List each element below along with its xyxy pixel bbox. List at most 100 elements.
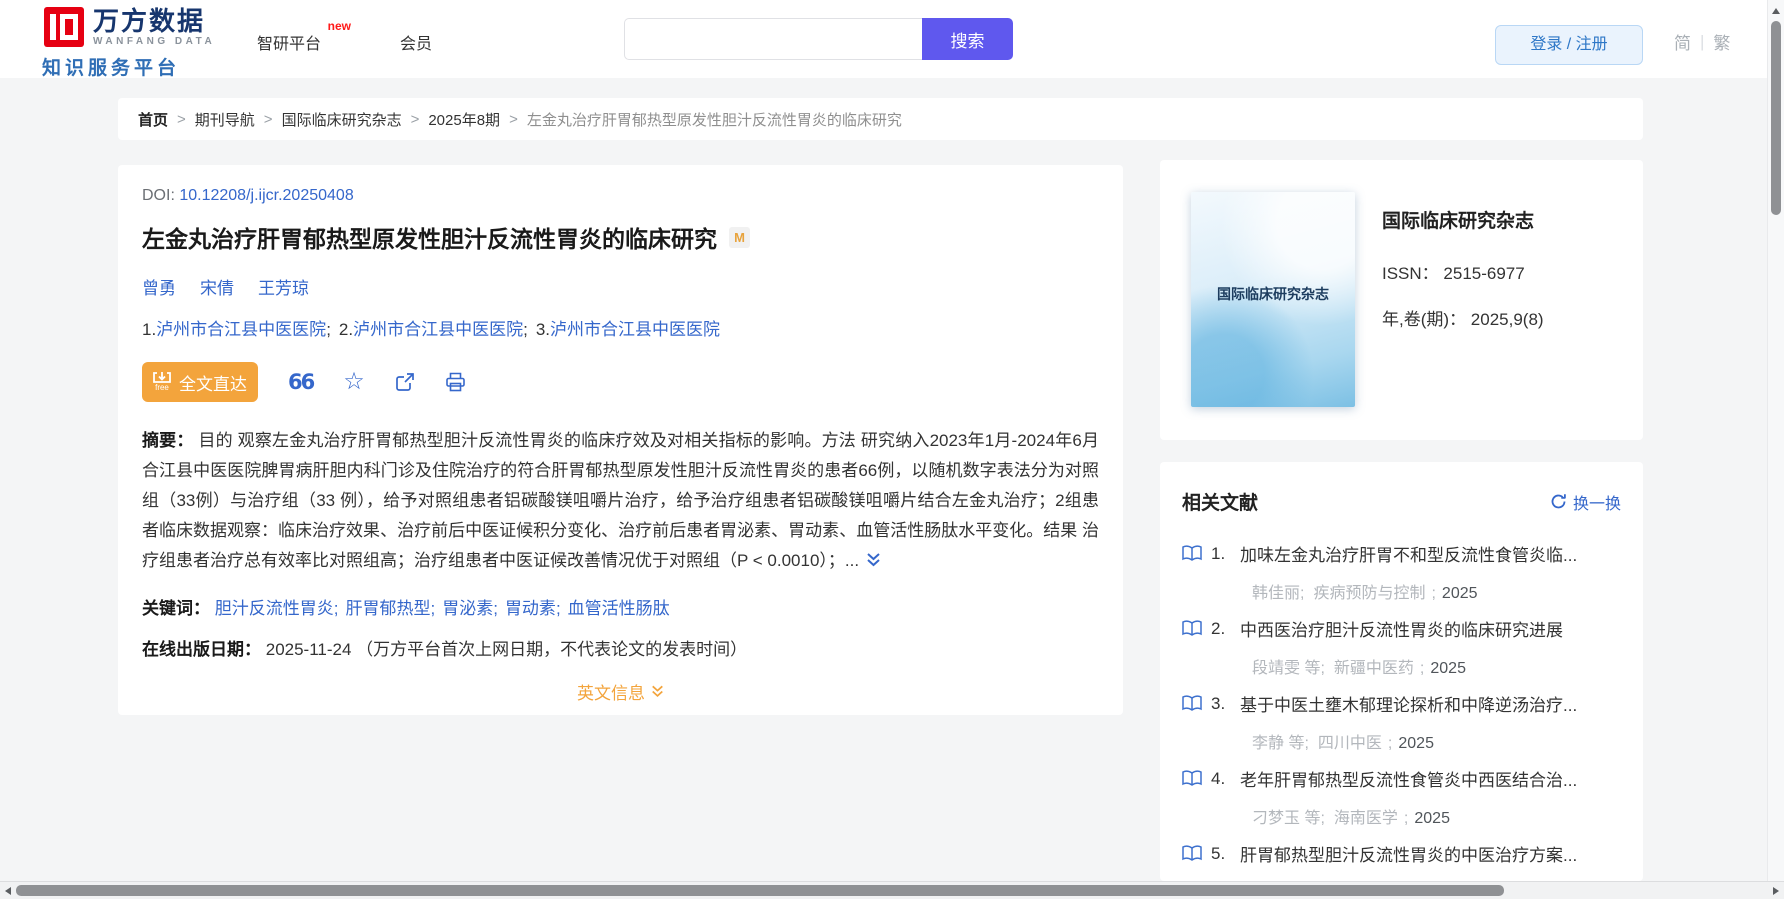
login-register-button[interactable]: 登录 / 注册 <box>1495 25 1643 65</box>
abstract-block: 摘要： 目的 观察左金丸治疗肝胃郁热型胆汁反流性胃炎的临床疗效及对相关指标的影响… <box>142 426 1099 577</box>
pubdate-note: （万方平台首次上网日期，不代表论文的发表时间） <box>356 640 748 659</box>
keyword-link[interactable]: 胆汁反流性胃炎 <box>215 599 334 618</box>
breadcrumb-item-journal-nav[interactable]: 期刊导航 <box>195 109 255 130</box>
pubdate-label: 在线出版日期： <box>142 640 261 659</box>
affiliation-link[interactable]: 泸州市合江县中医医院 <box>550 320 720 339</box>
related-item: 3. 基于中医土壅木郁理论探析和中降逆汤治疗... 李静 等; 四川中医; 2025 <box>1182 691 1621 753</box>
affiliation-number: 3. <box>535 320 551 339</box>
journal-info-card: 国际临床研究杂志 国际临床研究杂志 ISSN： 2515-6977 年,卷(期)… <box>1160 160 1643 440</box>
book-icon <box>1182 620 1202 637</box>
related-item-year: 2025 <box>1414 810 1450 827</box>
free-download-icon: free <box>153 372 171 392</box>
breadcrumb-separator: > <box>509 110 518 128</box>
related-item-title[interactable]: 肝胃郁热型胆汁反流性胃炎的中医治疗方案... <box>1240 841 1577 866</box>
keywords-label: 关键词： <box>142 599 210 618</box>
top-header: 万方数据 WANFANG DATA 知识服务平台 智研平台 new 会员 搜索 … <box>0 0 1784 79</box>
author-link[interactable]: 宋倩 <box>200 274 234 299</box>
breadcrumb-item-issue[interactable]: 2025年8期 <box>428 109 500 130</box>
breadcrumb-separator: > <box>410 110 420 128</box>
book-icon <box>1182 545 1202 562</box>
english-info-link[interactable]: 英文信息 <box>577 679 664 704</box>
keywords-row: 关键词： 胆汁反流性胃炎; 肝胃郁热型; 胃泌素; 胃动素; 血管活性肠肽 <box>142 599 670 618</box>
abstract-expand-chevron-icon[interactable] <box>866 552 881 571</box>
related-item-authors: 韩佳丽; <box>1252 585 1305 602</box>
book-icon <box>1182 770 1202 787</box>
horizontal-scrollbar[interactable] <box>0 881 1784 899</box>
doi-link[interactable]: 10.12208/j.ijcr.20250408 <box>179 187 353 204</box>
related-item-year: 2025 <box>1430 660 1466 677</box>
search-button[interactable]: 搜索 <box>922 18 1013 60</box>
brand-logo[interactable]: 万方数据 WANFANG DATA <box>44 7 215 48</box>
article-actions: free 全文直达 66 ☆ <box>142 362 1099 402</box>
chevron-double-down-icon <box>651 685 664 698</box>
related-literature-card: 相关文献 换一换 1. 加味左金丸治疗肝胃不和型反流性食管炎临... 韩佳丽; … <box>1160 462 1643 881</box>
related-item-title[interactable]: 基于中医土壅木郁理论探析和中降逆汤治疗... <box>1240 691 1577 716</box>
breadcrumb: 首页 > 期刊导航 > 国际临床研究杂志 > 2025年8期 > 左金丸治疗肝胃… <box>118 98 1643 140</box>
language-switch: 简 | 繁 <box>1674 29 1730 54</box>
affiliation-number: 1. <box>142 320 157 339</box>
related-item-title[interactable]: 加味左金丸治疗肝胃不和型反流性食管炎临... <box>1240 541 1577 566</box>
breadcrumb-item-home[interactable]: 首页 <box>138 109 168 130</box>
affiliation-link[interactable]: 泸州市合江县中医医院 <box>353 320 523 339</box>
brand-subtitle: 知识服务平台 <box>42 58 181 79</box>
journal-issn-row: ISSN： 2515-6977 <box>1382 259 1544 284</box>
favorite-star-icon[interactable]: ☆ <box>343 370 365 394</box>
author-link[interactable]: 王芳琼 <box>258 274 309 299</box>
pubdate-value: 2025-11-24 <box>265 640 352 659</box>
keyword-link[interactable]: 肝胃郁热型 <box>345 599 430 618</box>
share-export-icon[interactable] <box>395 372 415 392</box>
related-item-authors: 段靖雯 等; <box>1252 660 1325 677</box>
journal-name-link[interactable]: 国际临床研究杂志 <box>1382 206 1544 233</box>
related-item-source[interactable]: 新疆中医药 <box>1334 660 1414 677</box>
affiliations-row: 1.泸州市合江县中医医院; 2.泸州市合江县中医医院; 3.泸州市合江县中医医院 <box>142 320 721 339</box>
keyword-link[interactable]: 胃泌素 <box>442 599 493 618</box>
related-item-year: 2025 <box>1441 585 1478 602</box>
related-item-source[interactable]: 四川中医 <box>1318 735 1382 752</box>
vertical-scrollbar[interactable] <box>1767 0 1784 881</box>
related-item: 4. 老年肝胃郁热型反流性食管炎中西医结合治... 刁梦玉 等; 海南医学; 202… <box>1182 766 1621 828</box>
keyword-link[interactable]: 血管活性肠肽 <box>568 599 670 618</box>
print-icon[interactable] <box>445 372 466 392</box>
scroll-right-arrow[interactable] <box>1773 887 1779 895</box>
related-section-title: 相关文献 <box>1182 493 1259 514</box>
horizontal-scrollbar-thumb[interactable] <box>16 885 1504 896</box>
lang-simplified[interactable]: 简 <box>1674 29 1691 54</box>
new-badge: new <box>327 19 352 33</box>
breadcrumb-separator: > <box>177 110 186 128</box>
keyword-link[interactable]: 胃动素 <box>505 599 556 618</box>
author-link[interactable]: 曾勇 <box>142 274 176 299</box>
related-item: 2. 中西医治疗胆汁反流性胃炎的临床研究进展 段靖雯 等; 新疆中医药; 2025 <box>1182 616 1621 678</box>
scroll-up-arrow[interactable] <box>1772 8 1780 14</box>
volume-value: 2025,9(8) <box>1470 310 1544 329</box>
cite-quote-icon[interactable]: 66 <box>288 370 315 394</box>
journal-cover[interactable]: 国际临床研究杂志 <box>1191 192 1355 407</box>
brand-name-cn: 万方数据 <box>93 6 206 36</box>
scroll-left-arrow[interactable] <box>5 887 11 895</box>
related-item-title[interactable]: 中西医治疗胆汁反流性胃炎的临床研究进展 <box>1240 616 1563 641</box>
brand-name-en: WANFANG DATA <box>93 36 216 47</box>
related-item: 5. 肝胃郁热型胆汁反流性胃炎的中医治疗方案... <box>1182 841 1621 866</box>
related-item-source[interactable]: 疾病预防与控制 <box>1313 585 1425 602</box>
wanfang-logo-icon <box>44 7 84 47</box>
related-item-title[interactable]: 老年肝胃郁热型反流性食管炎中西医结合治... <box>1240 766 1577 791</box>
doi-row: DOI: 10.12208/j.ijcr.20250408 <box>142 187 1099 205</box>
lang-traditional[interactable]: 繁 <box>1713 29 1730 54</box>
affiliation-link[interactable]: 泸州市合江县中医医院 <box>156 320 326 339</box>
medline-badge-icon: M <box>729 226 750 248</box>
issn-value: 2515-6977 <box>1443 264 1525 283</box>
related-refresh-button[interactable]: 换一换 <box>1550 490 1621 514</box>
breadcrumb-separator: > <box>263 110 273 128</box>
fulltext-access-button[interactable]: free 全文直达 <box>142 362 258 402</box>
vertical-scrollbar-thumb[interactable] <box>1771 21 1781 215</box>
book-icon <box>1182 845 1202 862</box>
related-item-authors: 刁梦玉 等; <box>1252 810 1325 827</box>
nav-item-member[interactable]: 会员 <box>400 30 432 54</box>
doi-label: DOI: <box>142 187 180 204</box>
journal-cover-title: 国际临床研究杂志 <box>1217 286 1329 302</box>
nav-item-zhiyan-platform[interactable]: 智研平台 new <box>257 19 351 54</box>
search-bar: 搜索 <box>624 18 1013 60</box>
search-input[interactable] <box>624 18 922 60</box>
breadcrumb-item-journal[interactable]: 国际临床研究杂志 <box>282 109 402 130</box>
related-item-source[interactable]: 海南医学 <box>1334 810 1398 827</box>
article-title: 左金丸治疗肝胃郁热型原发性胆汁反流性胃炎的临床研究 <box>142 226 717 252</box>
